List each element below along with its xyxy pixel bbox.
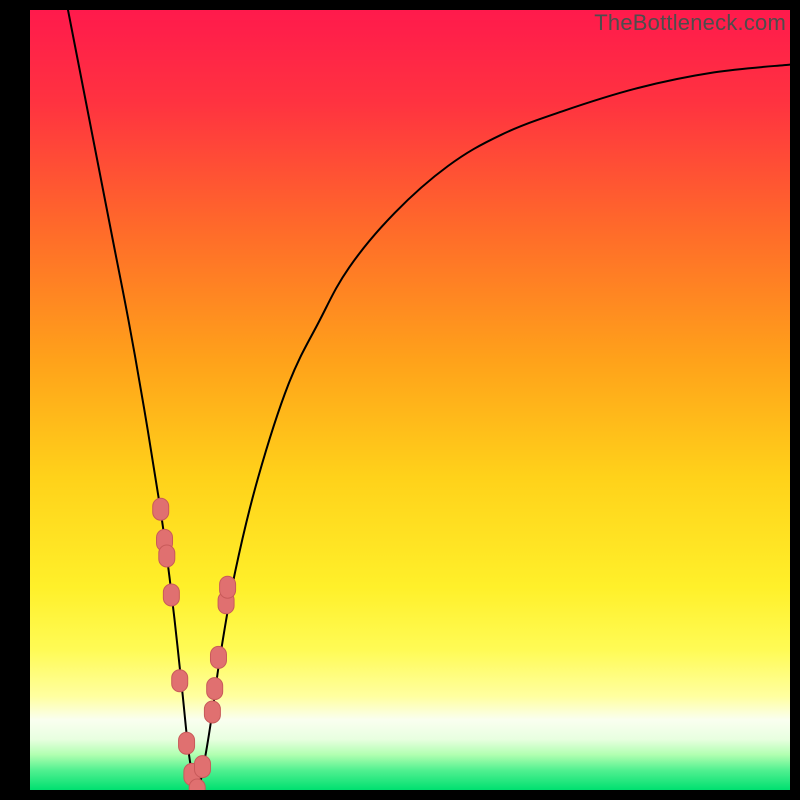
marker-point <box>179 732 195 754</box>
chart-frame: TheBottleneck.com <box>0 0 800 800</box>
plot-area: TheBottleneck.com <box>30 10 790 790</box>
marker-point <box>172 670 188 692</box>
marker-point <box>210 646 226 668</box>
marker-point <box>220 576 236 598</box>
chart-svg <box>30 10 790 790</box>
marker-point <box>189 779 205 790</box>
marker-point <box>204 701 220 723</box>
gradient-background <box>30 10 790 790</box>
marker-point <box>195 756 211 778</box>
marker-point <box>207 678 223 700</box>
marker-point <box>159 545 175 567</box>
marker-point <box>163 584 179 606</box>
marker-point <box>153 498 169 520</box>
